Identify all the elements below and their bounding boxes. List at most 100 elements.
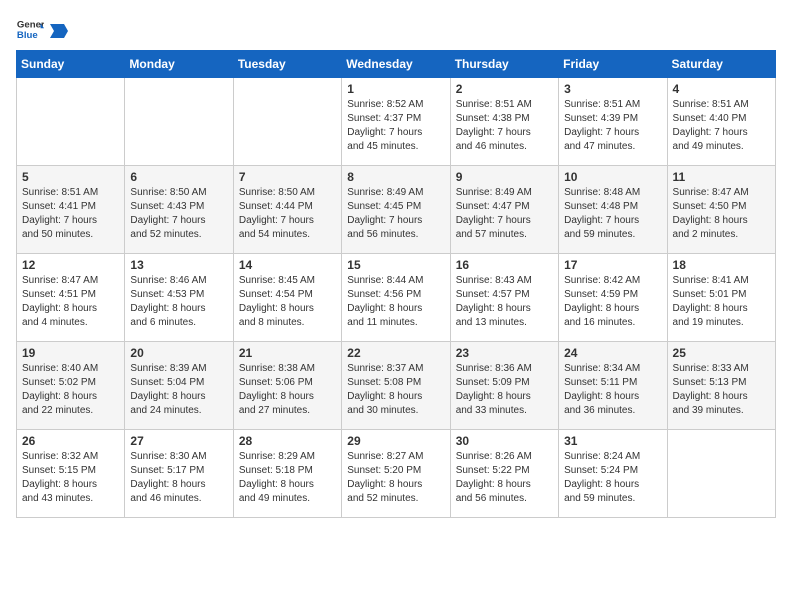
logo-arrow-icon: [50, 24, 68, 38]
calendar-cell: 7 Sunrise: 8:50 AM Sunset: 4:44 PM Daylig…: [233, 166, 341, 254]
day-number: 28: [239, 434, 336, 448]
calendar-cell: 4Sunrise: 8:51 AM Sunset: 4:40 PM Daylig…: [667, 78, 775, 166]
day-number: 5: [22, 170, 119, 184]
calendar-cell: 12Sunrise: 8:47 AM Sunset: 4:51 PM Dayli…: [17, 254, 125, 342]
calendar-week-row: 1 Sunrise: 8:52 AM Sunset: 4:37 PM Daylig…: [17, 78, 776, 166]
day-info: Sunrise: 8:45 AM Sunset: 4:54 PM Dayligh…: [239, 274, 336, 330]
day-info: Sunrise: 8:43 AM Sunset: 4:57 PM Dayligh…: [456, 274, 553, 330]
day-info: Sunrise: 8:32 AM Sunset: 5:15 PM Dayligh…: [22, 450, 119, 506]
calendar-cell: 17Sunrise: 8:42 AM Sunset: 4:59 PM Dayli…: [559, 254, 667, 342]
calendar-cell: 13 Sunrise: 8:46 AM Sunset: 4:53 PM Dayli…: [125, 254, 233, 342]
day-number: 14: [239, 258, 336, 272]
day-number: 27: [130, 434, 227, 448]
calendar-cell: 24 Sunrise: 8:34 AM Sunset: 5:11 PM Dayli…: [559, 342, 667, 430]
day-number: 15: [347, 258, 444, 272]
day-info: Sunrise: 8:50 AM Sunset: 4:43 PM Dayligh…: [130, 186, 227, 242]
day-info: Sunrise: 8:33 AM Sunset: 5:13 PM Dayligh…: [673, 362, 770, 418]
logo: General Blue: [16, 16, 68, 44]
day-info: Sunrise: 8:39 AM Sunset: 5:04 PM Dayligh…: [130, 362, 227, 418]
day-number: 23: [456, 346, 553, 360]
day-info: Sunrise: 8:50 AM Sunset: 4:44 PM Dayligh…: [239, 186, 336, 242]
day-info: Sunrise: 8:37 AM Sunset: 5:08 PM Dayligh…: [347, 362, 444, 418]
day-info: Sunrise: 8:44 AM Sunset: 4:56 PM Dayligh…: [347, 274, 444, 330]
calendar-week-row: 12Sunrise: 8:47 AM Sunset: 4:51 PM Dayli…: [17, 254, 776, 342]
calendar-cell: 22 Sunrise: 8:37 AM Sunset: 5:08 PM Dayli…: [342, 342, 450, 430]
calendar-cell: [17, 78, 125, 166]
calendar-body: 1 Sunrise: 8:52 AM Sunset: 4:37 PM Daylig…: [17, 78, 776, 518]
calendar-cell: 19 Sunrise: 8:40 AM Sunset: 5:02 PM Dayli…: [17, 342, 125, 430]
day-number: 13: [130, 258, 227, 272]
day-number: 1: [347, 82, 444, 96]
calendar-cell: 23 Sunrise: 8:36 AM Sunset: 5:09 PM Dayli…: [450, 342, 558, 430]
calendar-cell: 16 Sunrise: 8:43 AM Sunset: 4:57 PM Dayli…: [450, 254, 558, 342]
calendar-cell: 15 Sunrise: 8:44 AM Sunset: 4:56 PM Dayli…: [342, 254, 450, 342]
calendar-week-row: 19 Sunrise: 8:40 AM Sunset: 5:02 PM Dayli…: [17, 342, 776, 430]
calendar-cell: 30Sunrise: 8:26 AM Sunset: 5:22 PM Dayli…: [450, 430, 558, 518]
calendar-cell: [125, 78, 233, 166]
day-number: 3: [564, 82, 661, 96]
calendar-cell: [667, 430, 775, 518]
calendar-cell: 27 Sunrise: 8:30 AM Sunset: 5:17 PM Dayli…: [125, 430, 233, 518]
calendar-cell: 25 Sunrise: 8:33 AM Sunset: 5:13 PM Dayli…: [667, 342, 775, 430]
svg-text:Blue: Blue: [17, 30, 38, 41]
day-info: Sunrise: 8:27 AM Sunset: 5:20 PM Dayligh…: [347, 450, 444, 506]
calendar-cell: 29Sunrise: 8:27 AM Sunset: 5:20 PM Dayli…: [342, 430, 450, 518]
day-of-week-header: Saturday: [667, 51, 775, 78]
day-number: 19: [22, 346, 119, 360]
day-info: Sunrise: 8:26 AM Sunset: 5:22 PM Dayligh…: [456, 450, 553, 506]
calendar-cell: 5 Sunrise: 8:51 AM Sunset: 4:41 PM Daylig…: [17, 166, 125, 254]
day-info: Sunrise: 8:30 AM Sunset: 5:17 PM Dayligh…: [130, 450, 227, 506]
day-number: 6: [130, 170, 227, 184]
calendar-cell: 14 Sunrise: 8:45 AM Sunset: 4:54 PM Dayli…: [233, 254, 341, 342]
calendar-cell: 6 Sunrise: 8:50 AM Sunset: 4:43 PM Daylig…: [125, 166, 233, 254]
day-info: Sunrise: 8:49 AM Sunset: 4:47 PM Dayligh…: [456, 186, 553, 242]
day-info: Sunrise: 8:51 AM Sunset: 4:39 PM Dayligh…: [564, 98, 661, 154]
calendar-cell: 8Sunrise: 8:49 AM Sunset: 4:45 PM Daylig…: [342, 166, 450, 254]
day-of-week-header: Friday: [559, 51, 667, 78]
day-info: Sunrise: 8:51 AM Sunset: 4:41 PM Dayligh…: [22, 186, 119, 242]
day-info: Sunrise: 8:52 AM Sunset: 4:37 PM Dayligh…: [347, 98, 444, 154]
day-info: Sunrise: 8:29 AM Sunset: 5:18 PM Dayligh…: [239, 450, 336, 506]
calendar-cell: 21 Sunrise: 8:38 AM Sunset: 5:06 PM Dayli…: [233, 342, 341, 430]
day-number: 31: [564, 434, 661, 448]
calendar-cell: 2Sunrise: 8:51 AM Sunset: 4:38 PM Daylig…: [450, 78, 558, 166]
day-number: 25: [673, 346, 770, 360]
calendar-table: SundayMondayTuesdayWednesdayThursdayFrid…: [16, 50, 776, 518]
day-info: Sunrise: 8:40 AM Sunset: 5:02 PM Dayligh…: [22, 362, 119, 418]
calendar-cell: 10Sunrise: 8:48 AM Sunset: 4:48 PM Dayli…: [559, 166, 667, 254]
calendar-cell: 26 Sunrise: 8:32 AM Sunset: 5:15 PM Dayli…: [17, 430, 125, 518]
day-of-week-header: Monday: [125, 51, 233, 78]
calendar-week-row: 5 Sunrise: 8:51 AM Sunset: 4:41 PM Daylig…: [17, 166, 776, 254]
day-of-week-header: Tuesday: [233, 51, 341, 78]
day-number: 26: [22, 434, 119, 448]
day-number: 7: [239, 170, 336, 184]
day-info: Sunrise: 8:38 AM Sunset: 5:06 PM Dayligh…: [239, 362, 336, 418]
calendar-cell: 3 Sunrise: 8:51 AM Sunset: 4:39 PM Daylig…: [559, 78, 667, 166]
day-info: Sunrise: 8:36 AM Sunset: 5:09 PM Dayligh…: [456, 362, 553, 418]
calendar-cell: 18Sunrise: 8:41 AM Sunset: 5:01 PM Dayli…: [667, 254, 775, 342]
day-number: 20: [130, 346, 227, 360]
svg-text:General: General: [17, 19, 44, 30]
day-number: 21: [239, 346, 336, 360]
day-info: Sunrise: 8:34 AM Sunset: 5:11 PM Dayligh…: [564, 362, 661, 418]
day-number: 24: [564, 346, 661, 360]
day-number: 22: [347, 346, 444, 360]
calendar-cell: 20 Sunrise: 8:39 AM Sunset: 5:04 PM Dayli…: [125, 342, 233, 430]
day-number: 16: [456, 258, 553, 272]
day-number: 2: [456, 82, 553, 96]
page-header: General Blue: [16, 16, 776, 44]
calendar-cell: [233, 78, 341, 166]
day-number: 12: [22, 258, 119, 272]
calendar-cell: 31Sunrise: 8:24 AM Sunset: 5:24 PM Dayli…: [559, 430, 667, 518]
day-number: 11: [673, 170, 770, 184]
day-info: Sunrise: 8:46 AM Sunset: 4:53 PM Dayligh…: [130, 274, 227, 330]
calendar-week-row: 26 Sunrise: 8:32 AM Sunset: 5:15 PM Dayli…: [17, 430, 776, 518]
day-number: 17: [564, 258, 661, 272]
day-info: Sunrise: 8:51 AM Sunset: 4:40 PM Dayligh…: [673, 98, 770, 154]
calendar-cell: 11Sunrise: 8:47 AM Sunset: 4:50 PM Dayli…: [667, 166, 775, 254]
days-of-week-row: SundayMondayTuesdayWednesdayThursdayFrid…: [17, 51, 776, 78]
calendar-cell: 9Sunrise: 8:49 AM Sunset: 4:47 PM Daylig…: [450, 166, 558, 254]
day-number: 8: [347, 170, 444, 184]
day-number: 18: [673, 258, 770, 272]
day-info: Sunrise: 8:48 AM Sunset: 4:48 PM Dayligh…: [564, 186, 661, 242]
